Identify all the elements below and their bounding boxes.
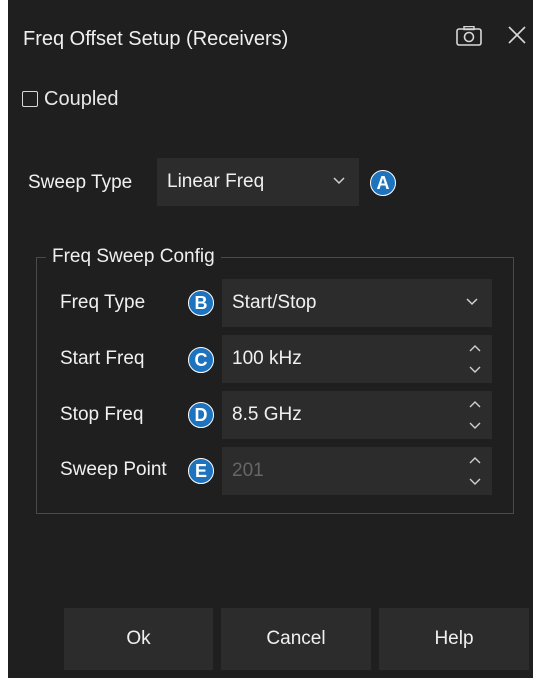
- callout-badge-e: E: [188, 458, 214, 484]
- stop-freq-label: Stop Freq: [60, 404, 144, 425]
- stop-freq-input[interactable]: 8.5 GHz: [222, 391, 492, 439]
- freq-offset-setup-dialog: Freq Offset Setup (Receivers) Coupled Sw…: [8, 0, 533, 678]
- freq-type-label: Freq Type: [60, 292, 146, 313]
- chevron-down-icon: [466, 298, 478, 306]
- start-freq-value: 100 kHz: [232, 348, 302, 369]
- freq-sweep-config-title: Freq Sweep Config: [46, 246, 221, 268]
- callout-badge-d: D: [188, 402, 214, 428]
- callout-badge-a: A: [370, 170, 396, 196]
- freq-type-value: Start/Stop: [232, 292, 317, 313]
- callout-badge-c: C: [188, 347, 214, 373]
- sweep-type-select[interactable]: Linear Freq: [157, 158, 359, 206]
- sweep-point-label: Sweep Point: [60, 459, 167, 480]
- spinner-arrows-icon[interactable]: [468, 455, 482, 487]
- dialog-title: Freq Offset Setup (Receivers): [23, 28, 289, 50]
- coupled-checkbox[interactable]: [22, 91, 38, 107]
- coupled-checkbox-row[interactable]: Coupled: [22, 86, 119, 112]
- stop-freq-value: 8.5 GHz: [232, 404, 302, 425]
- sweep-type-label: Sweep Type: [28, 172, 133, 193]
- callout-badge-b: B: [188, 290, 214, 316]
- start-freq-label: Start Freq: [60, 348, 145, 369]
- help-button[interactable]: Help: [379, 608, 529, 670]
- sweep-point-input[interactable]: 201: [222, 447, 492, 495]
- spinner-arrows-icon[interactable]: [468, 399, 482, 431]
- close-icon[interactable]: [506, 24, 528, 46]
- sweep-type-value: Linear Freq: [167, 171, 265, 192]
- title-bar: Freq Offset Setup (Receivers): [8, 0, 533, 62]
- ok-button[interactable]: Ok: [64, 608, 213, 670]
- coupled-label: Coupled: [44, 87, 119, 110]
- camera-icon[interactable]: [456, 26, 482, 46]
- freq-type-select[interactable]: Start/Stop: [222, 279, 492, 327]
- cancel-button[interactable]: Cancel: [221, 608, 371, 670]
- start-freq-input[interactable]: 100 kHz: [222, 335, 492, 383]
- sweep-point-value: 201: [232, 460, 264, 481]
- chevron-down-icon: [333, 177, 345, 185]
- spinner-arrows-icon[interactable]: [468, 343, 482, 375]
